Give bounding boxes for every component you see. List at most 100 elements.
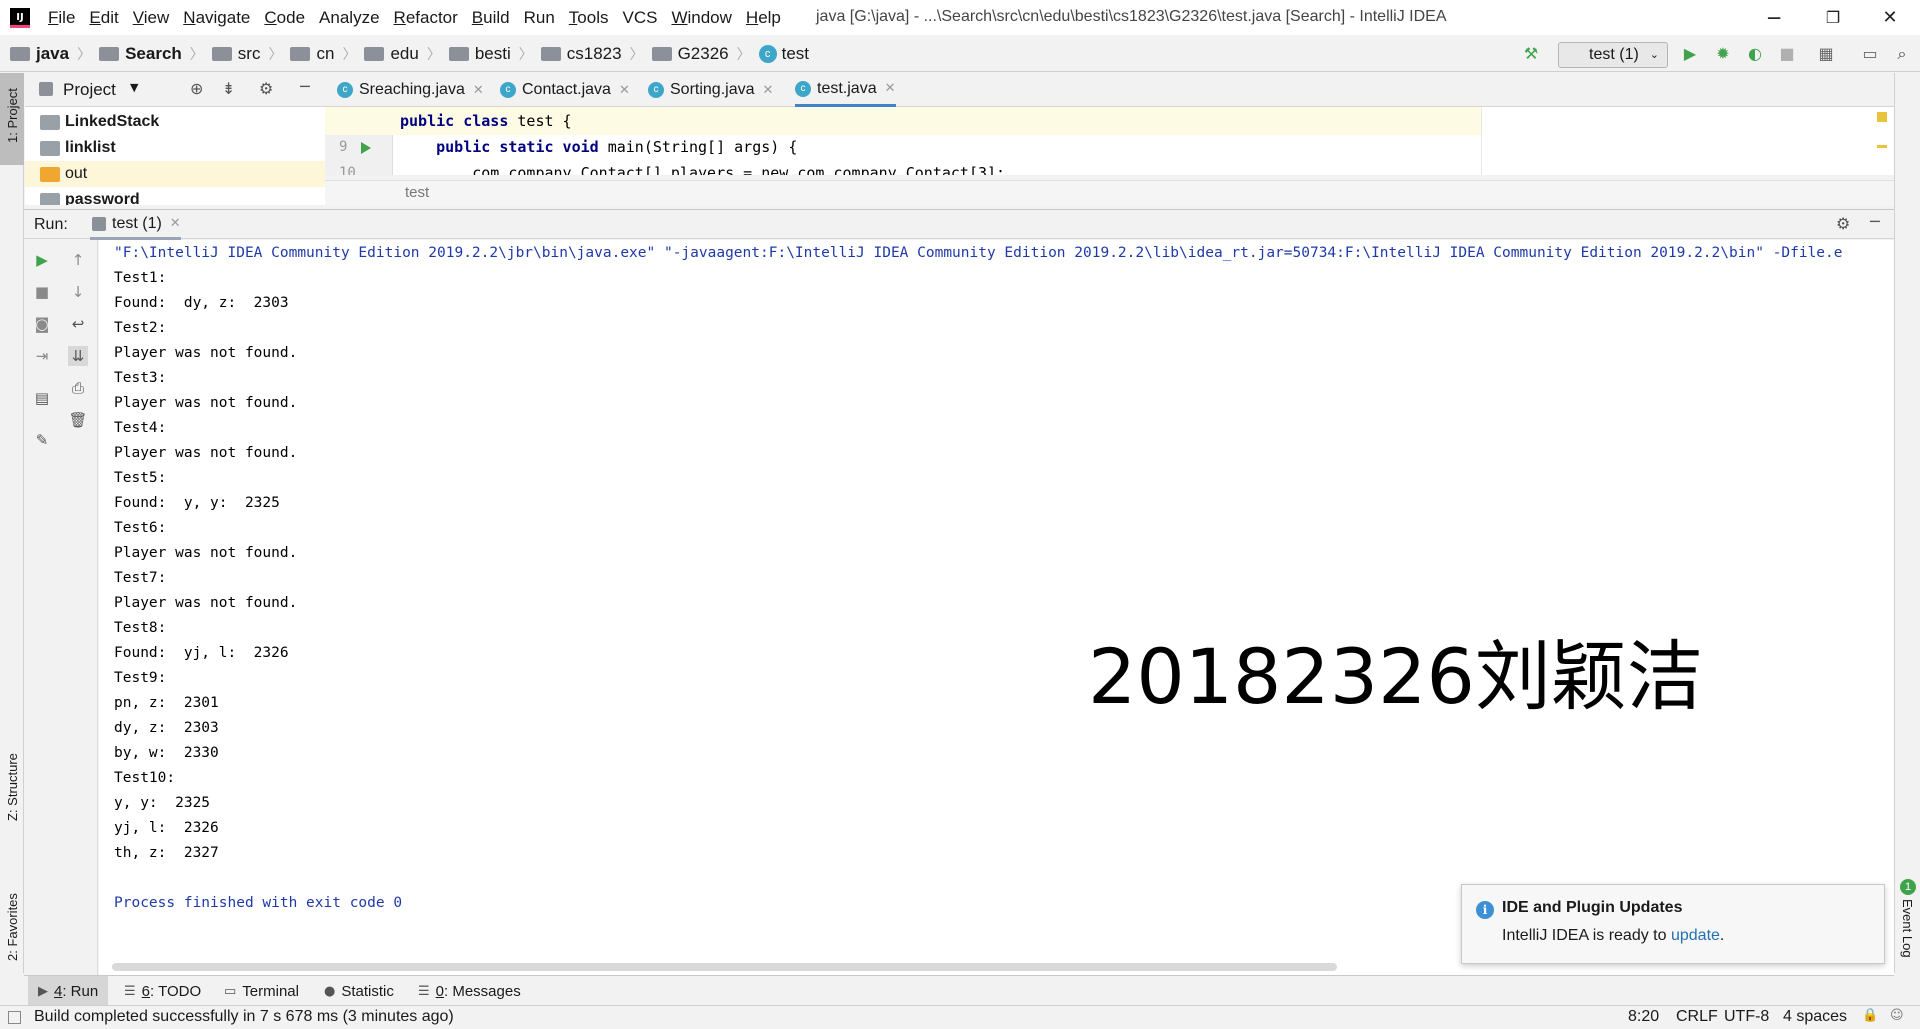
print-icon[interactable]: ⎙: [68, 378, 88, 398]
file-encoding[interactable]: UTF-8: [1724, 1008, 1769, 1026]
menu-item[interactable]: View: [133, 8, 170, 28]
minimize-button[interactable]: ─: [1754, 5, 1794, 31]
close-icon[interactable]: ✕: [170, 216, 181, 231]
hide-icon[interactable]: ─: [300, 77, 310, 96]
build-status-message[interactable]: Build completed successfully in 7 s 678 …: [34, 1008, 454, 1026]
search-icon[interactable]: ⌕: [1892, 44, 1912, 64]
project-tree-item[interactable]: LinkedStack: [25, 109, 325, 135]
run-tab[interactable]: test (1) ✕: [90, 210, 181, 240]
close-button[interactable]: ✕: [1870, 5, 1910, 31]
menu-item[interactable]: Window: [671, 8, 731, 28]
breadcrumb-item[interactable]: c test: [758, 44, 809, 64]
editor-tab[interactable]: c Contact.java ✕: [500, 73, 630, 107]
bottom-tool-tab[interactable]: ▭ Terminal: [224, 976, 299, 1006]
menu-item[interactable]: Run: [524, 8, 555, 28]
toggle-tool-windows-icon[interactable]: [8, 1011, 21, 1024]
bottom-tool-tab[interactable]: ▶ 4: Run: [28, 976, 109, 1006]
stop-icon[interactable]: ■: [32, 282, 52, 302]
restore-button[interactable]: ❐: [1813, 5, 1853, 31]
rerun-icon[interactable]: ▶: [32, 250, 52, 270]
console-output[interactable]: "F:\IntelliJ IDEA Community Edition 2019…: [99, 240, 1894, 975]
caret-position[interactable]: 8:20: [1628, 1008, 1659, 1026]
chevron-right-icon: 〉: [77, 46, 92, 63]
debug-icon[interactable]: ✹: [1713, 44, 1733, 64]
run-toolbar-primary: ▶ ■ ◙ ⇥ ▤ ✎: [24, 240, 60, 975]
menu-item[interactable]: Navigate: [183, 8, 250, 28]
layout-icon[interactable]: ▤: [32, 388, 52, 408]
breadcrumb-item[interactable]: java 〉: [10, 44, 99, 64]
editor-tab[interactable]: c Sreaching.java ✕: [337, 73, 484, 107]
bottom-tool-tab[interactable]: ☰ 6: TODO: [124, 976, 201, 1006]
menu-item[interactable]: Edit: [89, 8, 118, 28]
project-tool-button[interactable]: 1: Project: [0, 73, 24, 165]
stop-icon[interactable]: ■: [1777, 44, 1797, 64]
gear-icon[interactable]: ⚙: [259, 79, 273, 98]
menu-item[interactable]: Refactor: [394, 8, 458, 28]
bottom-tool-tab[interactable]: ☰ 0: Messages: [418, 976, 521, 1006]
breadcrumb-item[interactable]: edu 〉: [364, 44, 448, 64]
project-panel-title[interactable]: Project: [63, 80, 116, 100]
warning-mark: [1877, 145, 1887, 148]
coverage-icon[interactable]: ◐: [1745, 44, 1765, 64]
project-structure-icon[interactable]: ▦: [1816, 44, 1836, 64]
breadcrumb-item[interactable]: Search 〉: [99, 44, 212, 64]
camera-icon[interactable]: ◙: [32, 314, 52, 334]
breadcrumb-item[interactable]: besti 〉: [448, 44, 541, 64]
editor-tab[interactable]: c Sorting.java ✕: [648, 73, 773, 107]
hide-icon[interactable]: ─: [1870, 212, 1880, 231]
run-icon[interactable]: ▶: [1680, 44, 1700, 64]
project-tree-item[interactable]: linklist: [25, 135, 325, 161]
menu-item[interactable]: Code: [264, 8, 305, 28]
pin-icon[interactable]: ✎: [32, 430, 52, 450]
close-icon[interactable]: ✕: [763, 83, 774, 98]
structure-tool-label[interactable]: Z: Structure: [5, 753, 20, 821]
menu-item[interactable]: Build: [472, 8, 510, 28]
editor-breadcrumb[interactable]: test: [325, 180, 1894, 206]
arrow-up-icon[interactable]: ↑: [68, 250, 88, 270]
breadcrumb-item[interactable]: G2326 〉: [651, 44, 759, 64]
code-editor[interactable]: 8910 public class test { public static v…: [325, 107, 1894, 175]
trash-icon[interactable]: 🗑: [68, 410, 88, 430]
menu-item[interactable]: VCS: [622, 8, 657, 28]
menu-mnemonic: N: [183, 7, 196, 27]
breadcrumb-item[interactable]: src 〉: [211, 44, 291, 64]
editor-tab[interactable]: c test.java ✕: [795, 73, 896, 107]
run-gutter-icon[interactable]: [361, 142, 371, 154]
indent-setting[interactable]: 4 spaces: [1783, 1008, 1847, 1026]
menu-item[interactable]: Analyze: [319, 8, 379, 28]
lock-icon[interactable]: 🔒: [1862, 1008, 1878, 1023]
close-icon[interactable]: ✕: [619, 83, 630, 98]
menu-item[interactable]: Tools: [569, 8, 609, 28]
menu-item[interactable]: File: [48, 8, 75, 28]
project-tree-item[interactable]: out: [25, 161, 325, 187]
arrow-down-icon[interactable]: ↓: [68, 282, 88, 302]
build-hammer-icon[interactable]: ⚒: [1521, 44, 1541, 64]
menu-label: indow: [687, 7, 732, 27]
exit-icon[interactable]: ⇥: [32, 346, 52, 366]
close-icon[interactable]: ✕: [885, 81, 896, 96]
inspector-icon[interactable]: ☺: [1890, 1008, 1904, 1023]
layout-icon[interactable]: ▭: [1860, 44, 1880, 64]
soft-wrap-icon[interactable]: ↩: [68, 314, 88, 334]
gear-icon[interactable]: ⚙: [1836, 214, 1850, 233]
horizontal-scrollbar[interactable]: [112, 963, 1337, 971]
breadcrumb-item[interactable]: cs1823 〉: [540, 43, 652, 64]
breadcrumb-label: cs1823: [566, 43, 622, 63]
tool-tab-key: 6: [141, 982, 150, 1000]
update-link[interactable]: update: [1671, 927, 1720, 944]
favorites-tool-label[interactable]: 2: Favorites: [5, 893, 20, 961]
bottom-tool-tab[interactable]: ● Statistic: [324, 976, 394, 1006]
event-log-label[interactable]: Event Log: [1900, 899, 1915, 958]
scroll-to-end-icon[interactable]: ⇊: [68, 346, 88, 366]
collapse-icon[interactable]: ⇟: [222, 79, 235, 98]
chevron-right-icon: 〉: [518, 46, 533, 63]
breadcrumb-item[interactable]: cn 〉: [290, 44, 364, 64]
close-icon[interactable]: ✕: [473, 83, 484, 98]
project-tree-item[interactable]: password: [25, 187, 325, 205]
run-config-select[interactable]: test (1) ⌄: [1558, 42, 1668, 68]
line-separator[interactable]: CRLF: [1676, 1008, 1718, 1026]
menu-item[interactable]: Help: [746, 8, 781, 28]
locate-icon[interactable]: ⊕: [190, 79, 203, 98]
chevron-down-icon[interactable]: ▼: [130, 81, 138, 94]
